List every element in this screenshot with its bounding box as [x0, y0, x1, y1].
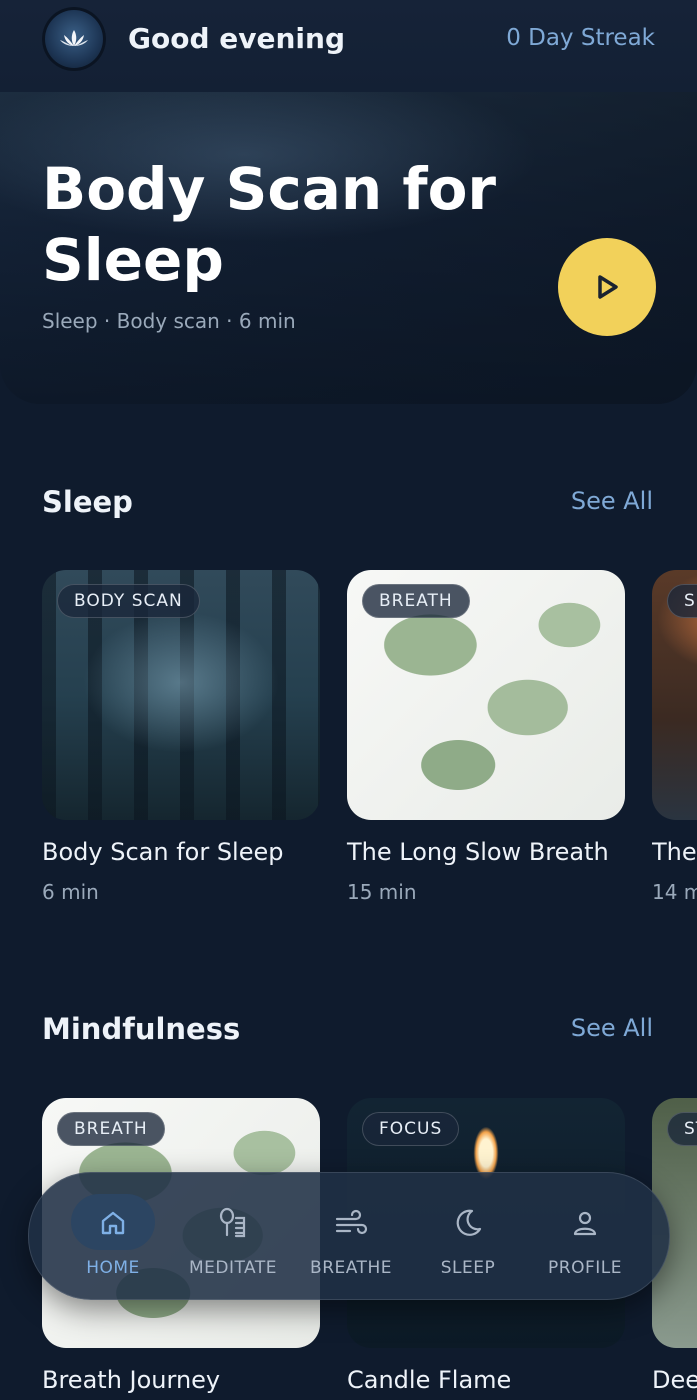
- card-duration: 6 min: [42, 880, 99, 904]
- card-tag: SL: [667, 584, 697, 618]
- meditate-icon: [174, 1203, 292, 1243]
- section-title-sleep: Sleep: [42, 485, 133, 519]
- nav-label: PROFILE: [548, 1258, 622, 1278]
- card-title: Body Scan for Sleep: [42, 838, 284, 866]
- card-sleep-1[interactable]: BODY SCAN Body Scan for Sleep 6 min: [42, 570, 320, 904]
- greeting-text: Good evening: [128, 22, 345, 55]
- hero-meta: Sleep · Body scan · 6 min: [42, 309, 296, 333]
- card-title: Dee: [652, 1366, 697, 1394]
- hero-title: Body Scan for Sleep: [42, 155, 497, 294]
- card-tag: BODY SCAN: [57, 584, 200, 618]
- play-button[interactable]: [558, 238, 656, 336]
- card-title: Candle Flame: [347, 1366, 512, 1394]
- card-tag: BREATH: [362, 584, 470, 618]
- nav-meditate[interactable]: MEDITATE: [174, 1173, 292, 1299]
- nav-breathe[interactable]: BREATHE: [292, 1173, 410, 1299]
- nav-label: SLEEP: [440, 1258, 496, 1278]
- card-sleep-3[interactable]: SL The 14 m: [652, 570, 697, 904]
- card-title: The: [652, 838, 697, 866]
- nav-label: BREATHE: [310, 1258, 392, 1278]
- card-image: BREATH: [347, 570, 625, 820]
- see-all-mindfulness[interactable]: See All: [571, 1014, 653, 1042]
- wind-icon: [292, 1203, 410, 1243]
- card-duration: 15 min: [347, 880, 417, 904]
- play-icon: [598, 275, 618, 299]
- card-title: The Long Slow Breath: [347, 838, 609, 866]
- nav-label: MEDITATE: [188, 1258, 277, 1278]
- card-image: BODY SCAN: [42, 570, 320, 820]
- featured-hero[interactable]: Body Scan for Sleep Sleep · Body scan · …: [0, 92, 697, 404]
- lotus-icon[interactable]: [42, 7, 106, 71]
- card-tag: BREATH: [57, 1112, 165, 1146]
- card-title: Breath Journey: [42, 1366, 221, 1394]
- nav-profile[interactable]: PROFILE: [526, 1173, 644, 1299]
- streak-counter[interactable]: 0 Day Streak: [506, 25, 655, 51]
- home-icon: [54, 1203, 172, 1243]
- card-tag: FOCUS: [362, 1112, 460, 1146]
- see-all-sleep[interactable]: See All: [571, 487, 653, 515]
- moon-icon: [409, 1203, 527, 1243]
- nav-home[interactable]: HOME: [54, 1173, 172, 1299]
- card-sleep-2[interactable]: BREATH The Long Slow Breath 15 min: [347, 570, 625, 904]
- card-duration: 14 m: [652, 880, 697, 904]
- nav-label: HOME: [86, 1258, 140, 1278]
- bottom-nav: HOME MEDITATE BREATHE SLEEP PROFILE: [28, 1172, 670, 1300]
- nav-sleep[interactable]: SLEEP: [409, 1173, 527, 1299]
- section-title-mindfulness: Mindfulness: [42, 1012, 241, 1046]
- user-icon: [526, 1203, 644, 1243]
- card-tag: ST: [667, 1112, 697, 1146]
- card-image: SL: [652, 570, 697, 820]
- top-bar: Good evening 0 Day Streak: [0, 0, 697, 92]
